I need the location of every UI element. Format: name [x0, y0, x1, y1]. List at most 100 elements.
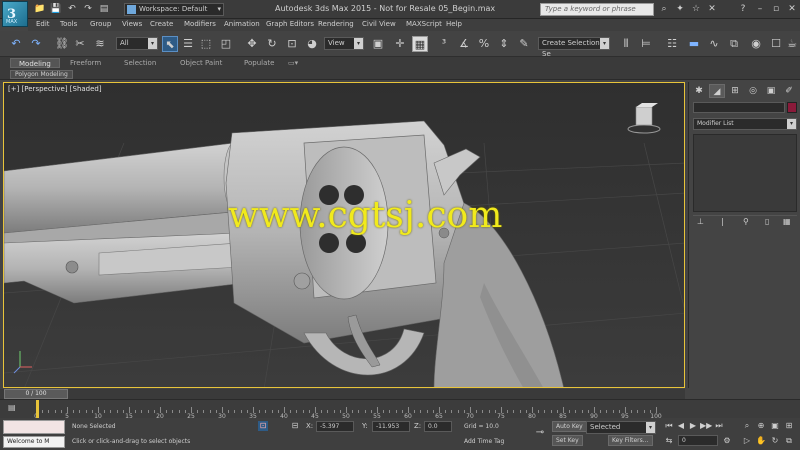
binoculars-icon[interactable]: ⌕: [658, 3, 670, 15]
lock-selection-icon[interactable]: ⊡: [258, 421, 268, 431]
select-object-icon[interactable]: ⬉: [162, 36, 178, 52]
key-mode-toggle-icon[interactable]: ⇆: [664, 436, 674, 446]
subscription-icon[interactable]: ✦: [674, 3, 686, 15]
modifier-list-dropdown[interactable]: Modifier List ▾: [693, 118, 797, 130]
next-frame-icon[interactable]: ▶▶: [700, 421, 712, 431]
material-editor-icon[interactable]: ◉: [748, 36, 764, 52]
help-icon[interactable]: ?: [737, 3, 749, 15]
rotate-icon[interactable]: ↻: [264, 36, 280, 52]
display-tab-icon[interactable]: ▣: [763, 84, 779, 98]
toggle-ribbon-icon[interactable]: ▬: [686, 36, 702, 52]
x-coordinate-field[interactable]: -5.397: [316, 421, 354, 432]
current-frame-marker[interactable]: [36, 400, 39, 419]
configure-modifier-sets-icon[interactable]: ▦: [783, 217, 791, 226]
track-bar[interactable]: ▤ 05101520253035404550556065707580859095…: [0, 399, 800, 420]
current-frame-field[interactable]: 0: [678, 435, 718, 446]
menu-edit[interactable]: Edit: [36, 20, 50, 28]
search-input[interactable]: Type a keyword or phrase: [540, 3, 654, 16]
link-icon[interactable]: ⛓: [54, 36, 70, 52]
angle-snap-icon[interactable]: ∡: [456, 36, 472, 52]
align-icon[interactable]: ⊨: [638, 36, 654, 52]
spinner-snap-icon[interactable]: ⇕: [496, 36, 512, 52]
hierarchy-tab-icon[interactable]: ⊞: [727, 84, 743, 98]
time-slider[interactable]: 0 / 100: [0, 389, 685, 399]
curve-editor-icon[interactable]: ∿: [706, 36, 722, 52]
previous-frame-icon[interactable]: ◀: [676, 421, 686, 431]
add-time-tag[interactable]: Add Time Tag: [464, 438, 504, 445]
reference-coordinate-dropdown[interactable]: View ▾: [324, 37, 364, 50]
time-configuration-icon[interactable]: ⚙: [722, 436, 732, 446]
utilities-tab-icon[interactable]: ✐: [781, 84, 797, 98]
zoom-all-icon[interactable]: ⊕: [756, 421, 766, 431]
open-file-icon[interactable]: 📁: [34, 3, 46, 15]
tab-object-paint[interactable]: Object Paint: [172, 58, 230, 68]
render-icon[interactable]: ☕: [784, 36, 800, 52]
zoom-extents-icon[interactable]: ▣: [770, 421, 780, 431]
app-logo-icon[interactable]: 3 MAX: [2, 1, 28, 27]
maxscript-listener[interactable]: [3, 420, 65, 434]
redo-quick-icon[interactable]: ↷: [82, 3, 94, 15]
menu-civil-view[interactable]: Civil View: [362, 20, 396, 28]
undo-quick-icon[interactable]: ↶: [66, 3, 78, 15]
maxscript-mini-listener[interactable]: Welcome to M: [3, 436, 65, 448]
render-setup-icon[interactable]: ☐: [768, 36, 784, 52]
menu-modifiers[interactable]: Modifiers: [184, 20, 216, 28]
modify-tab-icon[interactable]: ◢: [709, 84, 725, 98]
tab-modeling[interactable]: Modeling: [10, 58, 60, 68]
zoom-extents-all-icon[interactable]: ⊞: [784, 421, 794, 431]
redo-icon[interactable]: ↷: [28, 36, 44, 52]
menu-graph-editors[interactable]: Graph Editors: [266, 20, 314, 28]
move-icon[interactable]: ✥: [244, 36, 260, 52]
workspace-dropdown[interactable]: Workspace: Default ▾: [124, 3, 224, 16]
ribbon-options-icon[interactable]: ▭▾: [284, 58, 302, 68]
timeline-ruler[interactable]: 0510152025303540455055606570758085909510…: [34, 400, 662, 420]
object-name-field[interactable]: [693, 102, 785, 113]
selection-region-icon[interactable]: ⬚: [198, 36, 214, 52]
field-of-view-icon[interactable]: ▷: [742, 436, 752, 446]
menu-rendering[interactable]: Rendering: [318, 20, 354, 28]
named-selection-set-dropdown[interactable]: Create Selection Se ▾: [538, 37, 610, 58]
place-icon[interactable]: ◕: [304, 36, 320, 52]
remove-modifier-icon[interactable]: ▯: [765, 217, 769, 226]
set-key-button[interactable]: Set Key: [552, 435, 583, 446]
maximize-icon[interactable]: ▫: [768, 2, 784, 16]
modifier-stack[interactable]: [693, 134, 797, 212]
pin-stack-icon[interactable]: ⊥: [697, 217, 704, 226]
communication-center-icon[interactable]: ☆: [690, 3, 702, 15]
project-folder-icon[interactable]: ▤: [98, 3, 110, 15]
pan-icon[interactable]: ✋: [756, 436, 766, 446]
create-tab-icon[interactable]: ✱: [691, 84, 707, 98]
tab-selection[interactable]: Selection: [116, 58, 164, 68]
mini-curve-editor-icon[interactable]: ▤: [8, 403, 24, 415]
menu-animation[interactable]: Animation: [224, 20, 260, 28]
keyboard-shortcut-override-icon[interactable]: ▦: [412, 36, 428, 52]
select-by-name-icon[interactable]: ☰: [180, 36, 196, 52]
tab-freeform[interactable]: Freeform: [62, 58, 109, 68]
snaps-toggle-icon[interactable]: ³: [436, 36, 452, 52]
perspective-viewport[interactable]: [+] [Perspective] [Shaded] www.cgtsj.com: [3, 82, 685, 388]
minimize-icon[interactable]: –: [752, 2, 768, 16]
unlink-icon[interactable]: ✂: [72, 36, 88, 52]
menu-tools[interactable]: Tools: [60, 20, 77, 28]
edit-named-selection-icon[interactable]: ✎: [516, 36, 532, 52]
menu-help[interactable]: Help: [446, 20, 462, 28]
key-filters-button[interactable]: Key Filters...: [608, 435, 653, 446]
motion-tab-icon[interactable]: ◎: [745, 84, 761, 98]
object-color-swatch[interactable]: [787, 102, 797, 113]
schematic-view-icon[interactable]: ⧉: [726, 36, 742, 52]
ribbon-subtab-polygon-modeling[interactable]: Polygon Modeling: [10, 70, 73, 79]
mirror-icon[interactable]: ⫴: [618, 36, 634, 52]
make-unique-icon[interactable]: ⚲: [743, 217, 749, 226]
z-coordinate-field[interactable]: 0.0: [424, 421, 452, 432]
goto-start-icon[interactable]: ⏮: [664, 421, 674, 431]
undo-icon[interactable]: ↶: [8, 36, 24, 52]
orbit-icon[interactable]: ↻: [770, 436, 780, 446]
tab-populate[interactable]: Populate: [236, 58, 282, 68]
window-crossing-icon[interactable]: ◰: [218, 36, 234, 52]
y-coordinate-field[interactable]: -11.953: [372, 421, 410, 432]
save-file-icon[interactable]: 💾: [50, 3, 62, 15]
maximize-viewport-icon[interactable]: ⧉: [784, 436, 794, 446]
scale-icon[interactable]: ⊡: [284, 36, 300, 52]
menu-maxscript[interactable]: MAXScript: [406, 20, 442, 28]
time-slider-thumb[interactable]: 0 / 100: [4, 389, 68, 399]
